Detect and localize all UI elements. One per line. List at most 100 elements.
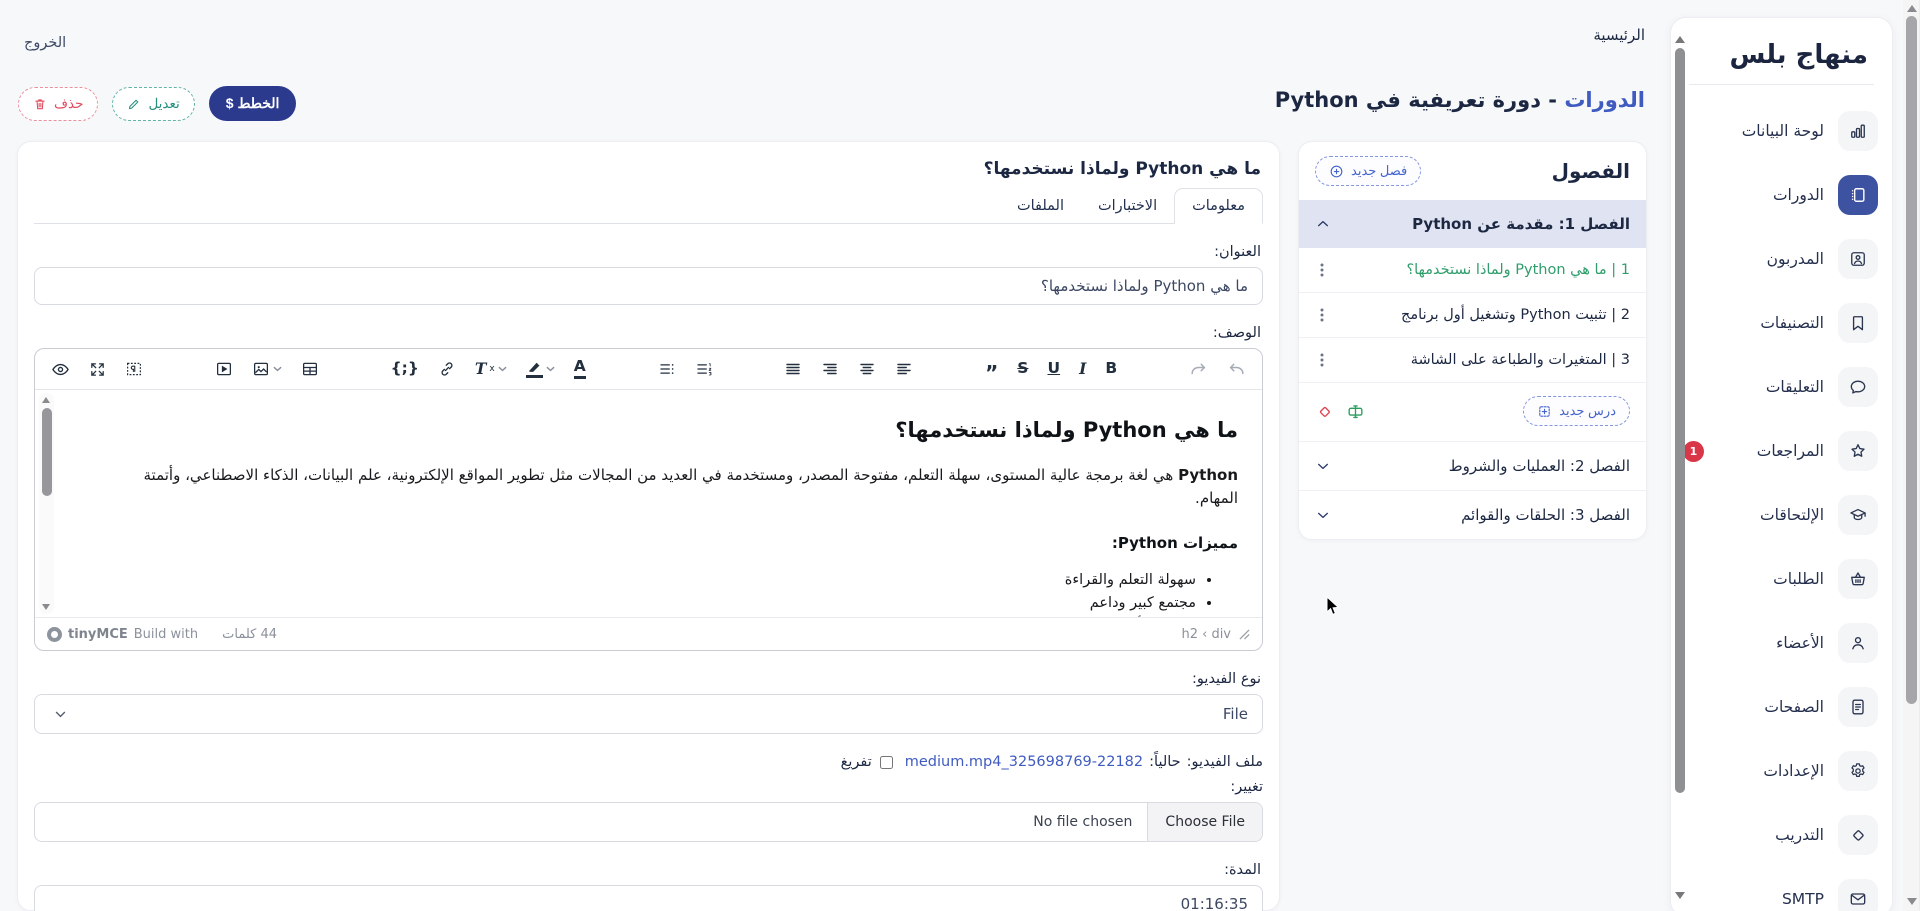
sidebar-item-trainers[interactable]: المدربون bbox=[1671, 227, 1892, 291]
numbered-list-icon[interactable] bbox=[695, 360, 713, 378]
sidebar-item-smtp[interactable]: SMTP bbox=[1671, 867, 1892, 911]
sidebar-item-pages[interactable]: الصفحات bbox=[1671, 675, 1892, 739]
chapter-2-header[interactable]: الفصل 2: العمليات والشروط bbox=[1299, 441, 1646, 490]
video-type-value: File bbox=[1223, 705, 1248, 723]
lesson-item-2[interactable]: 2 | تثبيت Python وتشغيل أول برنامج bbox=[1299, 293, 1646, 338]
current-file-link[interactable]: medium.mp4_325698769-22182 bbox=[905, 754, 1143, 770]
insert-media-icon[interactable] bbox=[215, 360, 233, 378]
redo-icon[interactable] bbox=[1189, 361, 1208, 378]
chevron-down-icon bbox=[55, 711, 66, 718]
bullet-list-icon[interactable] bbox=[658, 360, 676, 378]
lesson-title-input[interactable] bbox=[34, 267, 1263, 305]
sidebar-item-orders[interactable]: الطلبات bbox=[1671, 547, 1892, 611]
chapter-3-header[interactable]: الفصل 3: الحلقات والقوائم bbox=[1299, 490, 1646, 539]
description-field-label: الوصف: bbox=[36, 325, 1261, 341]
sidebar-item-courses[interactable]: الدورات bbox=[1671, 163, 1892, 227]
blockquote-icon[interactable]: ” bbox=[985, 361, 998, 377]
chevron-down-icon[interactable] bbox=[1315, 507, 1331, 523]
clear-file-checkbox[interactable] bbox=[880, 756, 893, 769]
scroll-down-arrow-icon[interactable] bbox=[1907, 898, 1917, 905]
content-subheading: مميزات Python: bbox=[99, 534, 1238, 552]
kebab-menu-icon[interactable] bbox=[1315, 307, 1329, 323]
element-path[interactable]: h2 ‹ div bbox=[1181, 627, 1231, 642]
code-sample-icon[interactable]: {;} bbox=[391, 361, 419, 377]
highlight-color-icon[interactable] bbox=[526, 360, 555, 378]
editor-content-scrollbar[interactable] bbox=[39, 393, 54, 614]
rename-icon[interactable] bbox=[1346, 402, 1365, 421]
text-color-icon[interactable]: A bbox=[574, 359, 586, 379]
video-type-label: نوع الفيديو: bbox=[36, 671, 1261, 687]
sidebar-scrollbar[interactable] bbox=[1674, 24, 1686, 910]
chevron-up-icon[interactable] bbox=[1315, 216, 1331, 232]
undo-icon[interactable] bbox=[1227, 361, 1246, 378]
sidebar-item-enrollments[interactable]: الإلتحاقات bbox=[1671, 483, 1892, 547]
delete-chapter-eraser-icon[interactable] bbox=[1315, 402, 1334, 421]
preview-icon[interactable] bbox=[51, 360, 70, 379]
sidebar-item-comments[interactable]: التعليقات bbox=[1671, 355, 1892, 419]
insert-link-icon[interactable] bbox=[438, 360, 456, 378]
align-justify-icon[interactable] bbox=[784, 360, 802, 378]
tab-info[interactable]: معلومات bbox=[1174, 188, 1263, 224]
trainer-badge-icon bbox=[1838, 239, 1878, 279]
lesson-item-3[interactable]: 3 | المتغيرات والطباعة على الشاشة bbox=[1299, 338, 1646, 383]
chapter-1-header[interactable]: الفصل 1: مقدمة عن Python bbox=[1299, 200, 1646, 248]
bold-icon[interactable]: B bbox=[1105, 361, 1117, 377]
visual-blocks-icon[interactable] bbox=[125, 360, 143, 378]
kebab-menu-icon[interactable] bbox=[1315, 262, 1329, 278]
page-scrollbar[interactable] bbox=[1903, 0, 1920, 911]
clear-formatting-icon[interactable]: Tx bbox=[475, 361, 507, 377]
scroll-down-arrow-icon[interactable] bbox=[42, 604, 50, 610]
logout-link[interactable]: الخروج bbox=[24, 35, 66, 51]
content-bullet: مجتمع كبير وداعم bbox=[99, 595, 1196, 611]
sidebar-item-reviews[interactable]: المراجعات 1 bbox=[1671, 419, 1892, 483]
basket-icon bbox=[1838, 559, 1878, 599]
sidebar-item-members[interactable]: الأعضاء bbox=[1671, 611, 1892, 675]
lesson-item-1[interactable]: 1 | ما هي Python ولماذا نستخدمها؟ bbox=[1299, 248, 1646, 293]
sidebar-scroll-down-icon[interactable] bbox=[1675, 892, 1685, 899]
editor-scrollbar-thumb[interactable] bbox=[42, 408, 52, 496]
choose-file-button[interactable]: Choose File bbox=[1147, 803, 1262, 841]
page-scrollbar-thumb[interactable] bbox=[1906, 16, 1917, 704]
tab-quizzes[interactable]: الاختبارات bbox=[1081, 189, 1174, 223]
edit-button[interactable]: تعديل bbox=[112, 87, 194, 121]
tinymce-brand[interactable]: tinyMCE bbox=[68, 627, 128, 642]
lesson-1-title: 1 | ما هي Python ولماذا نستخدمها؟ bbox=[1406, 262, 1630, 278]
sidebar-item-training[interactable]: التدريب bbox=[1671, 803, 1892, 867]
align-center-icon[interactable] bbox=[858, 360, 876, 378]
scroll-up-arrow-icon[interactable] bbox=[1907, 5, 1917, 12]
strikethrough-icon[interactable]: S bbox=[1017, 361, 1028, 377]
scroll-up-arrow-icon[interactable] bbox=[42, 397, 50, 403]
italic-icon[interactable]: I bbox=[1079, 361, 1086, 377]
align-right-icon[interactable] bbox=[821, 360, 839, 378]
delete-button-label: حذف bbox=[54, 96, 83, 112]
insert-table-icon[interactable] bbox=[301, 360, 319, 378]
chevron-down-icon[interactable] bbox=[1315, 458, 1331, 474]
tab-files[interactable]: الملفات bbox=[1000, 189, 1081, 223]
courses-breadcrumb-link[interactable]: الدورات bbox=[1564, 88, 1645, 112]
kebab-menu-icon[interactable] bbox=[1315, 352, 1329, 368]
trash-icon bbox=[33, 97, 47, 111]
new-chapter-button[interactable]: فصل جديد bbox=[1315, 156, 1421, 186]
align-left-icon[interactable] bbox=[895, 360, 913, 378]
editor-content-area[interactable]: ما هي Python ولماذا نستخدمها؟ Python هي … bbox=[35, 390, 1262, 617]
delete-button[interactable]: حذف bbox=[18, 87, 98, 121]
breadcrumb-home[interactable]: الرئيسية bbox=[1593, 26, 1645, 44]
video-type-select[interactable]: File bbox=[34, 694, 1263, 734]
sidebar-item-dashboard[interactable]: لوحة البيانات bbox=[1671, 99, 1892, 163]
sidebar-item-label: الدورات bbox=[1773, 186, 1824, 204]
sidebar-item-categories[interactable]: التصنيفات bbox=[1671, 291, 1892, 355]
fullscreen-icon[interactable] bbox=[89, 361, 106, 378]
file-upload-input[interactable]: Choose File No file chosen bbox=[34, 802, 1263, 842]
sidebar-scrollbar-thumb[interactable] bbox=[1675, 48, 1685, 793]
plus-circle-icon bbox=[1329, 164, 1344, 179]
plans-button[interactable]: الخطط $ bbox=[209, 86, 297, 121]
insert-image-icon[interactable] bbox=[252, 360, 282, 378]
resize-grip-icon[interactable] bbox=[1239, 629, 1250, 640]
underline-icon[interactable]: U bbox=[1047, 361, 1060, 377]
word-count[interactable]: 44 كلمات bbox=[222, 627, 277, 642]
new-lesson-button[interactable]: درس جديد bbox=[1523, 396, 1630, 426]
sidebar-item-settings[interactable]: الإعدادات bbox=[1671, 739, 1892, 803]
sidebar-scroll-up-icon[interactable] bbox=[1675, 36, 1685, 43]
duration-input[interactable] bbox=[34, 885, 1263, 911]
page-title: الدورات - دورة تعريفية في Python bbox=[1275, 88, 1645, 112]
